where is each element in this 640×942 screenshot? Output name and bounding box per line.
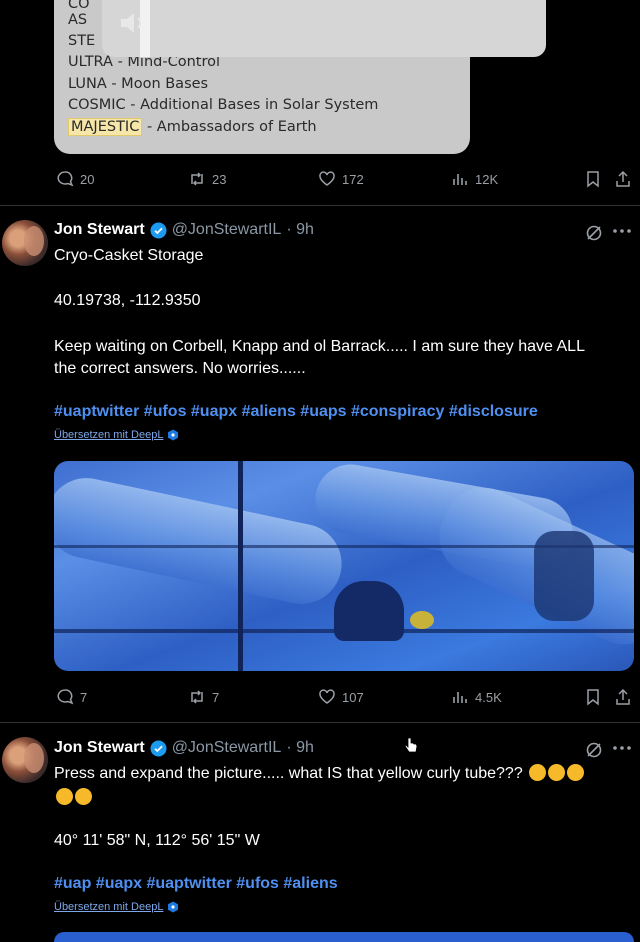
tweet-text-line: 40.19738, -112.9350 [54, 292, 201, 309]
more-options-icon[interactable] [612, 228, 632, 234]
deepl-icon [168, 901, 179, 913]
video-overlay-bar[interactable] [102, 0, 546, 57]
divider [0, 205, 640, 206]
emoji-icon [529, 764, 547, 781]
grok-icon[interactable] [585, 741, 603, 759]
quote-line: STE [68, 33, 96, 49]
image-machine [334, 581, 404, 641]
reply-icon [57, 689, 74, 705]
image-yellow-tube [410, 611, 434, 629]
tweet-text-line: the correct answers. No worries...... [54, 360, 306, 377]
handle[interactable]: @JonStewartIL [172, 739, 282, 757]
repost-icon [191, 172, 203, 186]
analytics-icon [453, 692, 467, 703]
hand-cursor-icon [404, 737, 418, 753]
tweet-text-line: Press and expand the picture..... what I… [54, 763, 585, 785]
reply-button[interactable]: 20 [56, 170, 94, 188]
tweet-header: Jon Stewart @JonStewartIL · 9h [54, 739, 314, 757]
reply-icon [57, 171, 74, 187]
quote-line: CO [68, 0, 90, 12]
bookmark-icon[interactable] [584, 170, 602, 188]
highlight-rest: - Ambassadors of Earth [142, 119, 317, 135]
handle[interactable]: @JonStewartIL [172, 221, 282, 239]
deepl-icon [168, 429, 179, 441]
tweet-text-line: Cryo-Casket Storage [54, 247, 204, 264]
heart-icon [319, 171, 335, 186]
avatar[interactable] [2, 737, 48, 783]
reply-count: 7 [80, 689, 88, 705]
quote-line: AS [68, 12, 88, 28]
translate-link[interactable]: Übersetzen mit DeepL [54, 429, 179, 441]
display-name[interactable]: Jon Stewart [54, 739, 145, 757]
view-count: 12K [475, 171, 499, 187]
speaker-muted-icon[interactable] [118, 10, 146, 36]
tweet-text-line: Keep waiting on Corbell, Knapp and ol Ba… [54, 338, 585, 355]
share-icon[interactable] [614, 688, 632, 706]
timestamp[interactable]: · 9h [286, 739, 314, 757]
like-count: 172 [342, 171, 364, 187]
bookmark-icon[interactable] [584, 688, 602, 706]
emoji-icon [75, 788, 92, 805]
like-button[interactable]: 107 [318, 688, 364, 706]
reply-count: 20 [80, 171, 95, 187]
share-icon[interactable] [614, 170, 632, 188]
views-button[interactable]: 12K [451, 170, 498, 188]
like-count: 107 [342, 689, 364, 705]
image-rail [238, 461, 243, 671]
more-options-icon[interactable] [612, 745, 632, 751]
repost-icon [191, 690, 203, 704]
tweet-text: Press and expand the picture..... what I… [54, 765, 523, 782]
translate-label: Übersetzen mit DeepL [54, 901, 164, 913]
repost-button[interactable]: 7 [188, 688, 219, 706]
views-button[interactable]: 4.5K [451, 688, 502, 706]
highlighted-term: MAJESTIC [68, 118, 143, 136]
verified-badge-icon [150, 222, 167, 238]
tweet-actions: 7 7 107 4.5K [0, 688, 640, 714]
tweet-actions: 20 23 172 12K [0, 170, 640, 196]
quote-line: COSMIC - Additional Bases in Solar Syste… [68, 97, 379, 113]
translate-link[interactable]: Übersetzen mit DeepL [54, 901, 179, 913]
hashtags[interactable]: #uap #uapx #uaptwitter #ufos #aliens [54, 875, 338, 893]
heart-icon [319, 689, 335, 704]
like-button[interactable]: 172 [318, 170, 364, 188]
quote-line-majestic: MAJESTIC - Ambassadors of Earth [68, 118, 317, 136]
translate-label: Übersetzen mit DeepL [54, 429, 164, 441]
timestamp[interactable]: · 9h [286, 221, 314, 239]
repost-count: 7 [212, 689, 220, 705]
tweet-header: Jon Stewart @JonStewartIL · 9h [54, 221, 314, 239]
tweet-media-image[interactable] [54, 461, 634, 671]
hashtags[interactable]: #uaptwitter #ufos #uapx #aliens #uaps #c… [54, 403, 538, 421]
emoji-row [54, 788, 92, 807]
image-tube [54, 470, 350, 612]
avatar[interactable] [2, 220, 48, 266]
divider [0, 722, 640, 723]
display-name[interactable]: Jon Stewart [54, 221, 145, 239]
repost-button[interactable]: 23 [188, 170, 226, 188]
reply-button[interactable]: 7 [56, 688, 87, 706]
emoji-icon [56, 788, 73, 805]
image-machine [534, 531, 594, 621]
tweet-media-image[interactable] [54, 932, 634, 942]
emoji-icon [548, 764, 566, 781]
view-count: 4.5K [475, 689, 502, 705]
verified-badge-icon [150, 740, 167, 756]
analytics-icon [453, 174, 467, 185]
grok-icon[interactable] [585, 224, 603, 242]
quote-line: LUNA - Moon Bases [68, 76, 209, 92]
emoji-icon [567, 764, 585, 781]
repost-count: 23 [212, 171, 227, 187]
tweet-text-line: 40° 11' 58" N, 112° 56' 15" W [54, 832, 260, 849]
